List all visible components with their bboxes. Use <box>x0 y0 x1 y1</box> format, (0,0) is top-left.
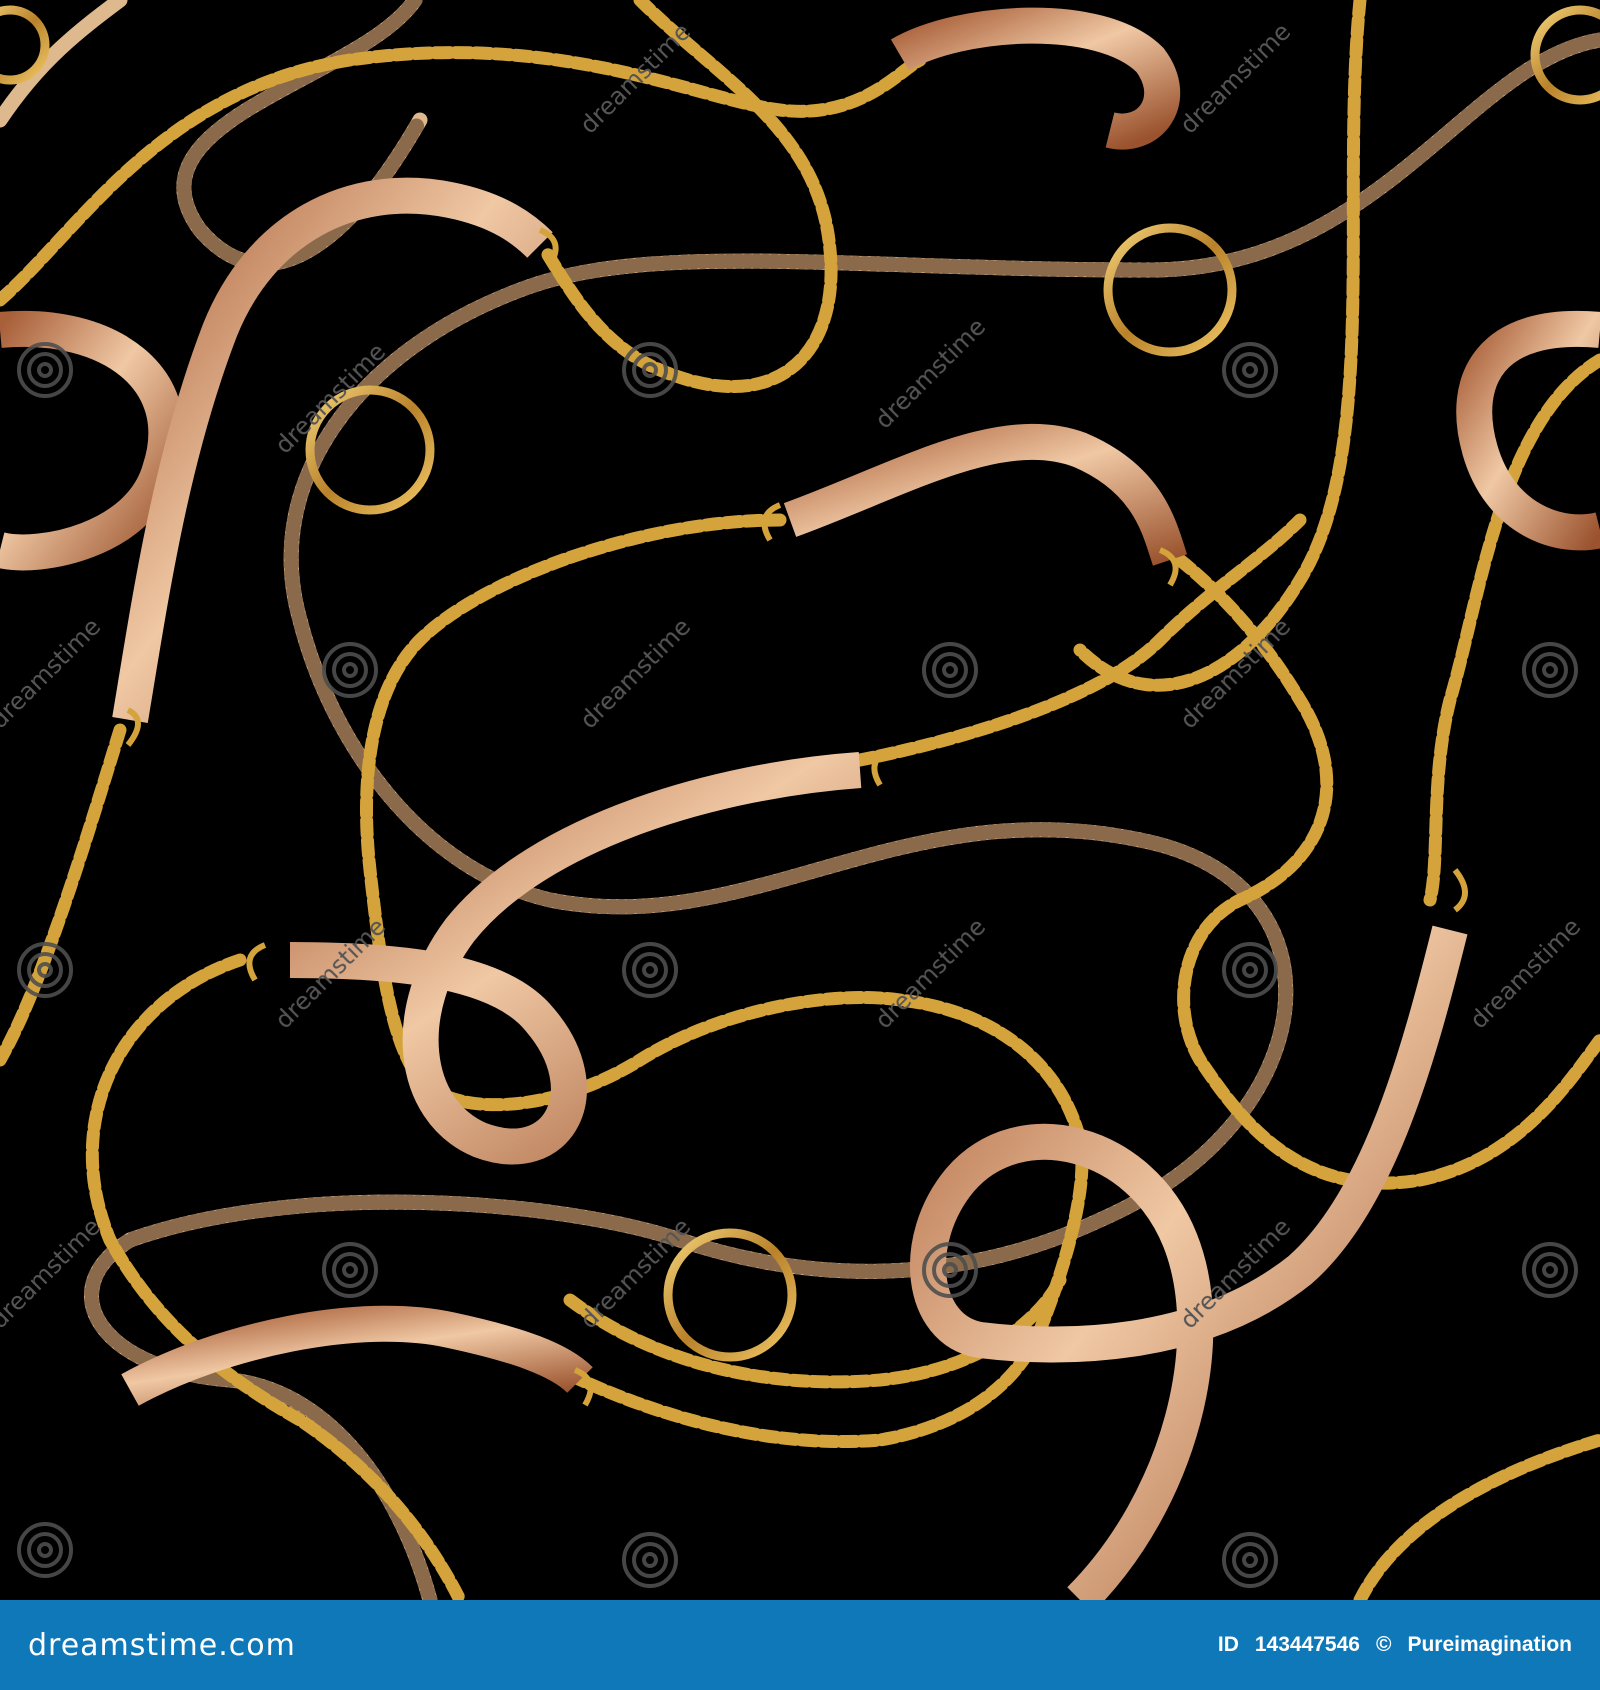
image-id-label: ID <box>1217 1633 1239 1656</box>
footer-logo[interactable]: dreamstime.com <box>28 1628 296 1663</box>
pattern-artwork: dreamstime dreamstime dreamstime dreamst… <box>0 0 1600 1600</box>
footer-credits: ID 143447546 © Pureimagination <box>1218 1633 1572 1657</box>
author-name[interactable]: Pureimagination <box>1407 1633 1572 1657</box>
image-id-value: 143447546 <box>1254 1633 1360 1656</box>
stock-footer-bar: dreamstime.com ID 143447546 © Pureimagin… <box>0 1600 1600 1690</box>
copyright-icon: © <box>1375 1633 1392 1656</box>
